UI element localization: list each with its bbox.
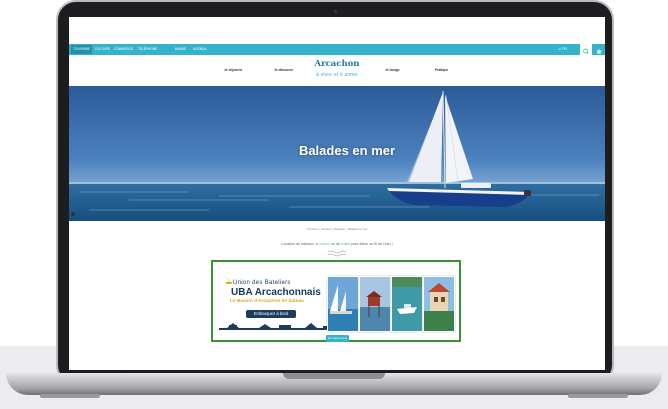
intro-text-part: Location de bateaux, à [281,242,319,246]
laptop-foot-right [568,394,628,398]
nav-item-mairie[interactable]: Mairie [175,45,186,54]
photo-villa [423,276,455,332]
breadcrumb[interactable]: Tourisme > Activités > Balades > Balades… [69,227,605,231]
menu-je-sejourne[interactable]: Je séjourne [224,68,242,72]
banner-subtitle: Le Bassin d'Arcachon en bateau [230,299,304,304]
top-nav-bar: Tourisme Culture Commerce Téléphone Mair… [69,44,605,55]
intro-text-part: ou de [329,242,341,246]
nav-item-culture[interactable]: Culture [95,45,110,54]
nav-item-commerce[interactable]: Commerce [114,45,133,54]
search-button[interactable] [580,44,592,55]
laptop-base-notch [283,373,385,379]
logo-tagline: à vivre et à aimer [315,72,359,78]
nav-item-agenda[interactable]: Agenda [193,45,206,54]
photo-sailboats [327,276,359,332]
harbor-silhouette [219,323,339,330]
menu-je-bouge[interactable]: Je bouge [385,68,399,72]
uba-banner-ad[interactable]: Union des Bateliers UBA Arcachonnais Le … [211,260,461,342]
nav-item-telephone[interactable]: Téléphone [138,45,157,54]
laptop-foot-left [40,394,100,398]
banner-uba-title: UBA Arcachonnais [231,287,321,298]
laptop-screen: Tourisme Culture Commerce Téléphone Mair… [69,17,605,370]
embark-button[interactable]: Embarquez à bord [246,310,296,318]
see-more-button[interactable]: En savoir plus [326,335,349,342]
logo-title: Arcachon [314,59,360,69]
intro-link-moteur[interactable]: moteur [319,242,330,246]
favorites-button[interactable] [593,44,605,55]
photo-motorboat [391,276,423,332]
camera-dot [334,10,337,13]
cookie-icon: ⊙ [558,47,562,51]
search-icon [583,48,589,55]
language-selector[interactable]: ⊙ FR [558,45,567,54]
intro-text-part: pour flâner au fil de l'eau ! [350,242,393,246]
photo-pier-cabin [359,276,391,332]
intro-text: Location de bateaux, à moteur ou de voil… [69,242,605,246]
intro-link-voilier[interactable]: voilier [341,242,350,246]
menu-pratique[interactable]: Pratique [435,68,448,72]
star-icon [596,48,602,55]
language-label: FR [562,47,567,51]
banner-union-line: Union des Bateliers [233,280,291,286]
site-logo[interactable]: Arcachon à vivre et à aimer [307,59,367,83]
hero-title: Balades en mer [298,143,396,158]
nav-item-tourisme[interactable]: Tourisme [71,45,92,54]
wave-divider-icon [327,250,347,257]
hero-banner: Balades en mer [69,86,605,221]
menu-je-decouvre[interactable]: Je découvre [274,68,293,72]
